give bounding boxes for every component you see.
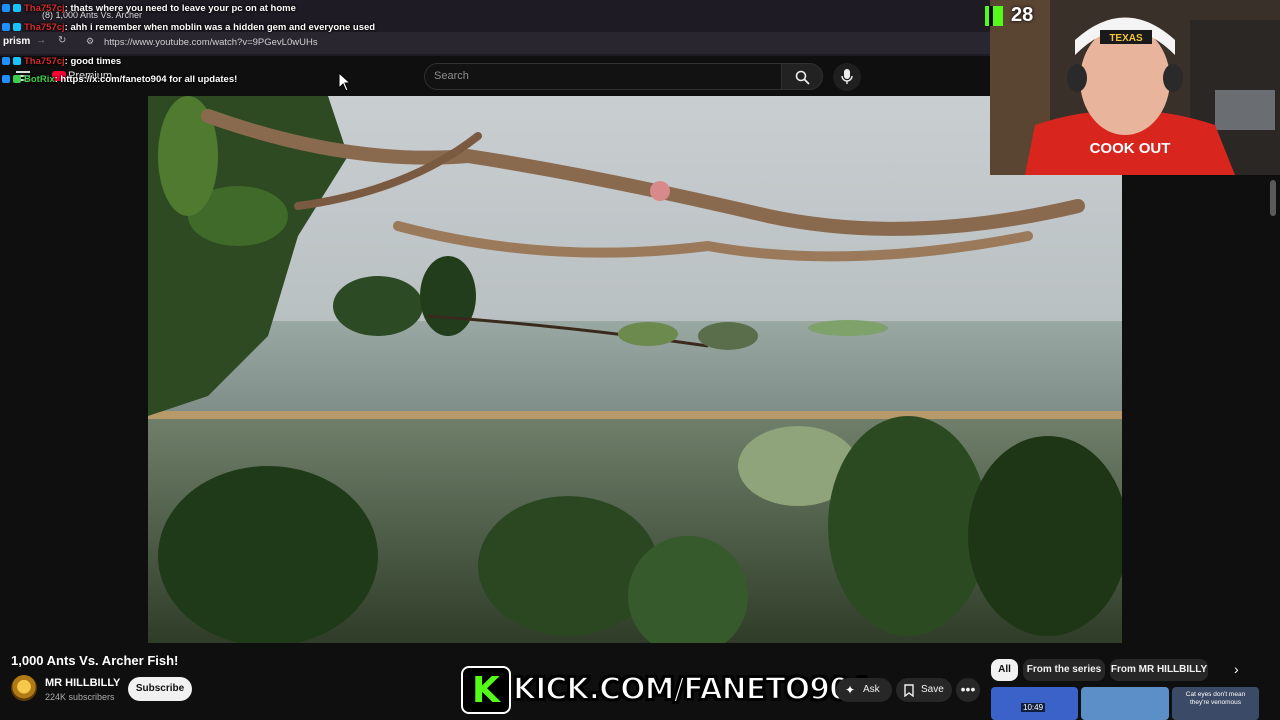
recommended-thumbnail[interactable]: 10:49 bbox=[991, 687, 1078, 720]
video-frame bbox=[148, 96, 1122, 643]
video-title: 1,000 Ants Vs. Archer Fish! bbox=[11, 653, 179, 668]
chat-badge-icon bbox=[13, 57, 21, 65]
chat-badge-icon bbox=[2, 75, 10, 83]
channel-avatar[interactable] bbox=[11, 675, 37, 701]
thumbnail-caption: Cat eyes don't mean they're venomous bbox=[1185, 691, 1246, 706]
sparkle-icon: ✦ bbox=[845, 683, 856, 697]
subscribe-button[interactable]: Subscribe bbox=[128, 677, 192, 701]
thumbnail-duration: 10:49 bbox=[1021, 703, 1046, 712]
webcam-overlay: TEXAS COOK OUT bbox=[990, 0, 1280, 175]
site-info-icon[interactable]: ⚙ bbox=[86, 36, 94, 47]
chat-message: Tha757cj: thats where you need to leave … bbox=[2, 3, 296, 14]
browser-profile-label[interactable]: prism bbox=[3, 36, 30, 47]
chat-badge-icon bbox=[13, 4, 21, 12]
scrollbar[interactable] bbox=[1270, 180, 1276, 216]
chat-message: Tha757cj: ahh i remember when moblin was… bbox=[2, 22, 375, 33]
search-placeholder: Search bbox=[434, 70, 469, 82]
search-button[interactable] bbox=[781, 63, 823, 90]
chat-badge-icon bbox=[13, 23, 21, 31]
chip-from-the-series[interactable]: From the series bbox=[1023, 659, 1105, 681]
subscriber-count: 224K subscribers bbox=[45, 692, 115, 702]
url-text[interactable]: https://www.youtube.com/watch?v=9PGevL0w… bbox=[104, 37, 318, 48]
search-input[interactable] bbox=[424, 63, 782, 90]
chat-username: Tha757cj bbox=[24, 3, 65, 14]
voice-search-button[interactable] bbox=[833, 63, 861, 91]
chat-text: : good times bbox=[64, 56, 122, 67]
kick-banner-overlay: KICK.COM/FANETO904 bbox=[459, 664, 871, 716]
microphone-icon bbox=[841, 69, 853, 84]
forward-arrow-icon[interactable]: → bbox=[36, 35, 46, 46]
kick-banner-text: KICK.COM/FANETO904 bbox=[512, 671, 871, 708]
bookmark-icon bbox=[904, 684, 914, 697]
chat-username: Tha757cj bbox=[24, 56, 65, 67]
channel-name[interactable]: MR HILLBILLY bbox=[45, 677, 120, 689]
chip-all[interactable]: All bbox=[991, 659, 1018, 681]
kick-logo-icon bbox=[985, 6, 1003, 26]
recommended-thumbnail[interactable]: Cat eyes don't mean they're venomous bbox=[1172, 687, 1259, 720]
chat-text: : thats where you need to leave your pc … bbox=[64, 3, 296, 14]
chat-badge-icon bbox=[2, 23, 10, 31]
kick-logo-icon bbox=[461, 666, 511, 714]
save-button[interactable]: Save bbox=[896, 678, 952, 702]
chat-username: BotRix bbox=[24, 74, 55, 85]
webcam-shirt-text: COOK OUT bbox=[1090, 140, 1171, 157]
save-label: Save bbox=[921, 684, 944, 695]
mouse-cursor-icon bbox=[338, 72, 350, 92]
chat-message: Tha757cj: good times bbox=[2, 56, 121, 67]
ask-label: Ask bbox=[863, 684, 880, 695]
chat-badge-icon bbox=[2, 57, 10, 65]
chat-badge-icon bbox=[2, 4, 10, 12]
video-player[interactable] bbox=[148, 96, 1122, 643]
webcam-hat-text: TEXAS bbox=[1109, 33, 1143, 44]
chat-text: : ahh i remember when moblin was a hidde… bbox=[64, 22, 376, 33]
recommended-thumbnail[interactable] bbox=[1081, 687, 1169, 720]
chat-username: Tha757cj bbox=[24, 22, 65, 33]
streamer-webcam-image: TEXAS COOK OUT bbox=[990, 0, 1280, 175]
reload-icon[interactable]: ↻ bbox=[58, 35, 66, 46]
chat-message: BotRix: https://x.com/faneto904 for all … bbox=[2, 74, 237, 85]
more-actions-button[interactable]: ••• bbox=[956, 678, 980, 702]
ask-button[interactable]: ✦ Ask bbox=[836, 678, 892, 702]
viewer-count: 28 bbox=[1011, 4, 1034, 26]
chat-badge-icon bbox=[13, 75, 21, 83]
search-icon bbox=[795, 70, 810, 85]
chip-from-channel[interactable]: From MR HILLBILLY bbox=[1110, 659, 1208, 681]
chevron-right-icon[interactable]: › bbox=[1234, 661, 1239, 677]
chat-text: : https://x.com/faneto904 for all update… bbox=[54, 74, 238, 85]
